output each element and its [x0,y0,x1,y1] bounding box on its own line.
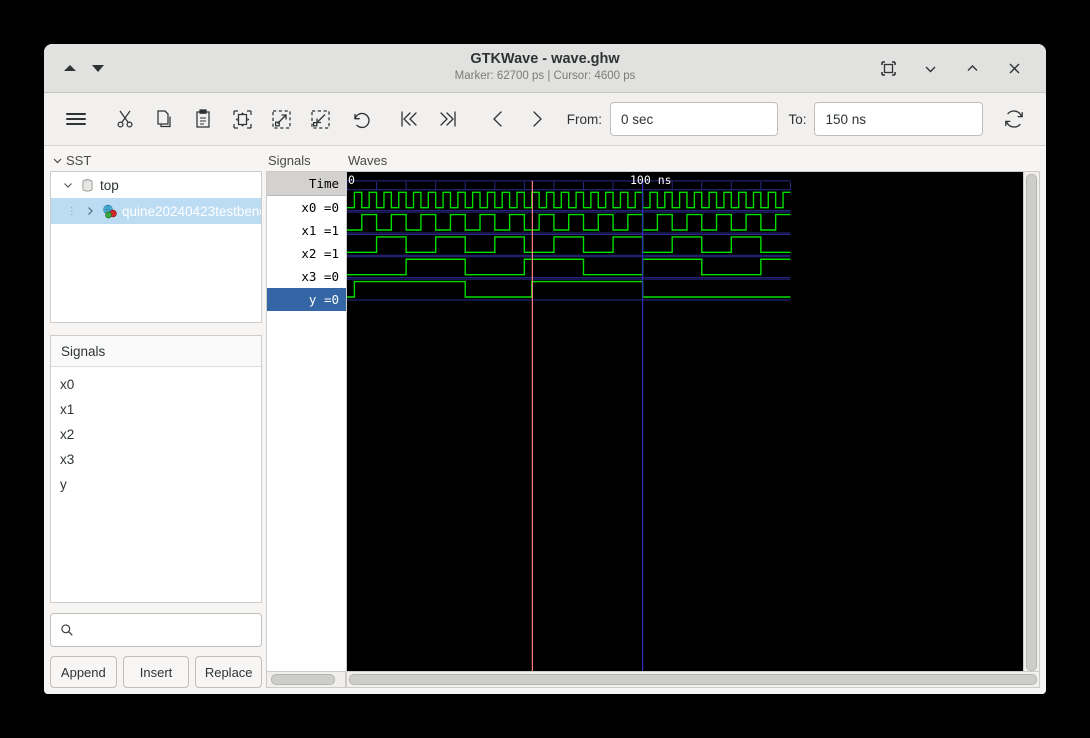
zoom-in-button[interactable] [262,102,301,136]
name-row-x1[interactable]: x1 =1 [267,219,346,242]
waves-hscrollbar-thumb[interactable] [349,674,1037,685]
from-label: From: [567,112,602,127]
toolbar: From: 0 sec To: 150 ns [44,93,1046,146]
from-input[interactable]: 0 sec [610,102,778,136]
instance-icon [102,204,117,219]
signal-list-panel: Signals x0 x1 x2 x3 y [50,335,262,603]
insert-button[interactable]: Insert [123,656,190,688]
to-label: To: [788,112,806,127]
signal-names-panel: Signals Time x0 =0 x1 =1 x2 =1 x3 =0 y =… [266,146,346,694]
time-marker-label: 100 ns [630,173,672,187]
append-button[interactable]: Append [50,656,117,688]
title-bar: GTKWave - wave.ghw Marker: 62700 ps | Cu… [44,44,1046,93]
minimize-button[interactable] [920,58,940,78]
list-item[interactable]: x2 [51,422,261,447]
chevron-down-icon[interactable] [52,155,63,166]
waves-inner: 0 100 ns [346,171,1040,672]
next-edge-button[interactable] [518,102,557,136]
close-button[interactable] [1004,58,1024,78]
maximize-button[interactable] [962,58,982,78]
sst-label: SST [66,153,91,168]
list-item[interactable]: x0 [51,372,261,397]
menu-button[interactable] [56,102,95,136]
waves-hscrollbar[interactable] [346,672,1040,688]
name-row-time: Time [267,172,346,196]
waves-frame-label: Waves [346,152,1040,171]
copy-button[interactable] [145,102,184,136]
signal-list-header: Signals [51,336,261,367]
time-origin-label: 0 [348,173,355,187]
prev-edge-button[interactable] [479,102,518,136]
cut-button[interactable] [106,102,145,136]
paste-button[interactable] [184,102,223,136]
names-hscrollbar-thumb[interactable] [271,674,335,685]
sst-tree[interactable]: top ⋮ quine20240423 [50,171,262,323]
to-input[interactable]: 150 ns [814,102,982,136]
names-frame-label: Signals [266,152,346,171]
undo-button[interactable] [340,102,379,136]
left-panel: SST top ⋮ [44,146,266,694]
signal-list-items[interactable]: x0 x1 x2 x3 y [51,367,261,602]
name-row-y[interactable]: y =0 [267,288,346,311]
search-field[interactable] [50,613,262,647]
sst-frame-label: SST [50,152,262,171]
dotted-guide-icon: ⋮ [65,206,79,217]
list-item[interactable]: x3 [51,447,261,472]
chevron-right-icon[interactable] [84,206,98,216]
module-icon [80,178,95,193]
name-row-x2[interactable]: x2 =1 [267,242,346,265]
title-bar-nav [44,65,104,72]
tree-item-testbench[interactable]: ⋮ quine20240423testbenc [51,198,261,224]
tree-item-label: quine20240423testbenc [122,204,261,219]
name-row-x0[interactable]: x0 =0 [267,196,346,219]
tree-item-label: top [100,178,119,193]
fullscreen-button[interactable] [878,58,898,78]
gtkwave-window: GTKWave - wave.ghw Marker: 62700 ps | Cu… [44,44,1046,694]
list-item[interactable]: y [51,472,261,497]
search-icon [60,623,74,637]
name-row-x3[interactable]: x3 =0 [267,265,346,288]
waves-vscrollbar-thumb[interactable] [1026,174,1037,671]
signal-names-list[interactable]: Time x0 =0 x1 =1 x2 =1 x3 =0 y =0 [266,171,346,672]
waves-vscrollbar[interactable] [1024,171,1040,672]
list-item[interactable]: x1 [51,397,261,422]
waves-panel: Waves 0 100 ns [346,146,1046,694]
chevron-down-icon[interactable] [61,180,75,190]
triangle-up-icon[interactable] [64,65,76,71]
goto-end-button[interactable] [429,102,468,136]
triangle-down-icon[interactable] [92,65,104,72]
names-hscrollbar[interactable] [266,672,346,688]
zoom-out-button[interactable] [301,102,340,136]
waveform-canvas[interactable]: 0 100 ns [346,171,1024,672]
window-controls [878,58,1046,78]
tree-item-top[interactable]: top [51,172,261,198]
action-button-row: Append Insert Replace [50,656,262,688]
window-title: GTKWave - wave.ghw [470,51,619,68]
reload-button[interactable] [995,102,1034,136]
goto-start-button[interactable] [390,102,429,136]
waveform-traces [347,172,1023,671]
window-subtitle: Marker: 62700 ps | Cursor: 4600 ps [455,68,636,85]
replace-button[interactable]: Replace [195,656,262,688]
zoom-fit-button[interactable] [223,102,262,136]
main-body: SST top ⋮ [44,146,1046,694]
